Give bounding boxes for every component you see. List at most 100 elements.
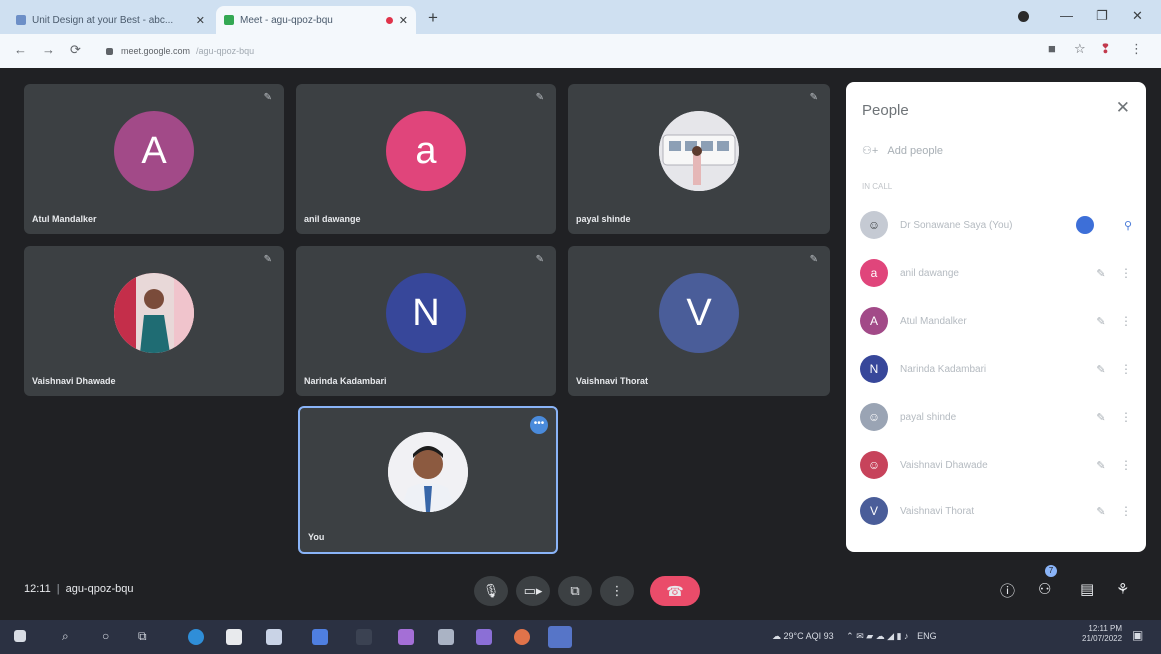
- close-icon[interactable]: ✕: [196, 14, 205, 27]
- firefox-icon[interactable]: [514, 629, 530, 645]
- avatar: ☺: [860, 403, 888, 431]
- app-icon[interactable]: [438, 629, 454, 645]
- profile-icon[interactable]: [1018, 11, 1029, 22]
- mic-off-icon: ✎: [809, 254, 818, 265]
- more-icon[interactable]: ⋮: [1112, 410, 1132, 424]
- close-window-icon[interactable]: ✕: [1132, 8, 1143, 24]
- lock-icon: [106, 47, 113, 55]
- leave-call-button[interactable]: ☎: [650, 576, 700, 606]
- more-options-icon[interactable]: •••: [530, 416, 548, 434]
- more-options-button[interactable]: ⋮: [600, 576, 634, 606]
- star-icon[interactable]: ☆: [1074, 41, 1086, 57]
- tab-favicon-icon: [16, 15, 26, 25]
- app-icon[interactable]: [476, 629, 492, 645]
- self-tile[interactable]: ••• You: [298, 406, 558, 554]
- pin-icon[interactable]: ⚲: [1112, 219, 1132, 232]
- mic-off-icon: ✎: [535, 92, 544, 103]
- url-field[interactable]: meet.google.com /agu-qpoz-bqu: [92, 40, 1036, 62]
- file-explorer-icon[interactable]: [266, 629, 282, 645]
- add-people-button[interactable]: ⚇+ Add people: [862, 144, 943, 157]
- app-icon[interactable]: [398, 629, 414, 645]
- participant-row[interactable]: ☺ payal shinde ✎ ⋮: [860, 402, 1132, 432]
- participant-tile[interactable]: ✎ N Narinda Kadambari: [296, 246, 556, 396]
- host-badge-icon: [1076, 216, 1094, 234]
- participant-tile[interactable]: ✎ V Vaishnavi Thorat: [568, 246, 830, 396]
- avatar: V: [659, 273, 739, 353]
- url-path: /agu-qpoz-bqu: [196, 46, 255, 56]
- taskbar-clock[interactable]: 12:11 PM 21/07/2022: [1082, 624, 1122, 644]
- new-tab-button[interactable]: +: [428, 8, 438, 28]
- participant-row[interactable]: ☺ Dr Sonawane Saya (You) ⚲: [860, 210, 1132, 240]
- extension-icon[interactable]: ❢: [1100, 41, 1111, 57]
- close-panel-icon[interactable]: ✕: [1116, 98, 1130, 118]
- more-icon[interactable]: ⋮: [1112, 362, 1132, 376]
- minimize-icon[interactable]: —: [1060, 8, 1073, 23]
- task-view-icon[interactable]: ⧉: [138, 629, 147, 644]
- participant-row[interactable]: a anil dawange ✎ ⋮: [860, 258, 1132, 288]
- activities-icon[interactable]: ⚘: [1116, 580, 1129, 598]
- participant-name: Narinda Kadambari: [304, 376, 387, 386]
- menu-icon[interactable]: ⋮: [1130, 41, 1143, 57]
- present-button[interactable]: ⧉: [558, 576, 592, 606]
- reload-icon[interactable]: ⟳: [70, 42, 81, 58]
- back-icon[interactable]: ←: [14, 42, 27, 57]
- more-icon[interactable]: ⋮: [1112, 266, 1132, 280]
- more-icon[interactable]: ⋮: [1112, 314, 1132, 328]
- avatar: ☺: [860, 451, 888, 479]
- store-icon[interactable]: [226, 629, 242, 645]
- participant-name: Vaishnavi Dhawade: [900, 459, 988, 471]
- tray-icons[interactable]: ⌃ ✉ ▰ ☁ ◢ ▮ ♪: [846, 631, 908, 641]
- app-icon[interactable]: [312, 629, 328, 645]
- avatar-initial: V: [686, 291, 712, 334]
- participant-row[interactable]: A Atul Mandalker ✎ ⋮: [860, 306, 1132, 336]
- more-icon[interactable]: ⋮: [1112, 504, 1132, 518]
- participant-row[interactable]: ☺ Vaishnavi Dhawade ✎ ⋮: [860, 450, 1132, 480]
- participant-name: Vaishnavi Thorat: [576, 376, 649, 386]
- chrome-active-icon[interactable]: [548, 626, 572, 648]
- participant-row[interactable]: N Narinda Kadambari ✎ ⋮: [860, 354, 1132, 384]
- edge-icon[interactable]: [188, 629, 204, 645]
- search-icon[interactable]: ⌕: [62, 629, 69, 644]
- avatar: ☺: [860, 211, 888, 239]
- avatar-initial: A: [869, 314, 878, 328]
- participant-tile[interactable]: ✎ Vaishnavi Dhawade: [24, 246, 284, 396]
- more-icon[interactable]: ⋮: [1112, 458, 1132, 472]
- windows-taskbar: [0, 620, 1161, 654]
- camera-button[interactable]: ▭▸: [516, 576, 550, 606]
- people-icon[interactable]: ⚇: [1038, 580, 1051, 598]
- close-icon[interactable]: ✕: [399, 14, 408, 27]
- avatar-photo: [388, 432, 468, 512]
- avatar: N: [860, 355, 888, 383]
- avatar: a: [860, 259, 888, 287]
- app-icon[interactable]: [356, 629, 372, 645]
- info-icon[interactable]: ⓘ: [1000, 580, 1015, 601]
- forward-icon[interactable]: →: [42, 42, 55, 57]
- notification-icon[interactable]: ▣: [1132, 628, 1143, 642]
- mic-off-icon: ✎: [263, 92, 272, 103]
- meeting-time: 12:11: [24, 583, 51, 595]
- avatar-photo: [659, 111, 739, 191]
- mic-button[interactable]: 🎙︎: [474, 576, 508, 606]
- present-icon: ⧉: [570, 583, 580, 598]
- participant-row[interactable]: V Vaishnavi Thorat ✎ ⋮: [860, 496, 1132, 526]
- mic-off-icon: ✎: [1096, 315, 1106, 328]
- avatar-initial: N: [869, 362, 879, 376]
- chat-icon[interactable]: ▤: [1080, 580, 1094, 598]
- mic-off-icon: ✎: [1096, 505, 1106, 518]
- participant-tile[interactable]: ✎ A Atul Mandalker: [24, 84, 284, 234]
- tab-meet[interactable]: Meet - agu-qpoz-bqu ✕: [216, 6, 416, 34]
- tab-unit-design[interactable]: Unit Design at your Best - abc... ✕: [8, 6, 213, 34]
- more-vert-icon: ⋮: [610, 583, 624, 598]
- participant-tile[interactable]: ✎ payal shinde: [568, 84, 830, 234]
- camera-indicator-icon[interactable]: ■: [1048, 41, 1056, 56]
- cortana-icon[interactable]: ○: [102, 629, 109, 643]
- maximize-icon[interactable]: ❐: [1096, 8, 1108, 24]
- participant-name: payal shinde: [576, 214, 631, 224]
- clock-date: 21/07/2022: [1082, 634, 1123, 643]
- photo-bus-icon: [659, 111, 739, 191]
- separator: |: [56, 583, 60, 595]
- participant-name: payal shinde: [900, 411, 957, 423]
- participant-tile[interactable]: ✎ a anil dawange: [296, 84, 556, 234]
- windows-start-icon[interactable]: [14, 630, 26, 642]
- language-indicator[interactable]: ENG: [917, 631, 937, 641]
